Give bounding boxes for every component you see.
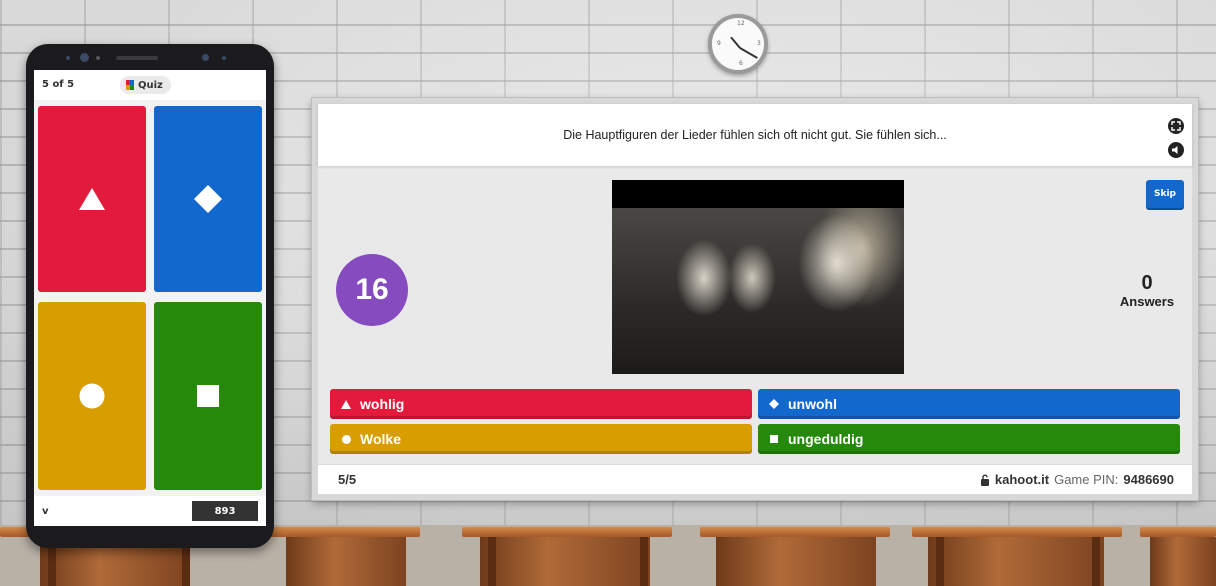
game-screen: Die Hauptfiguren der Lieder fühlen sich … [311,97,1199,501]
answer-tile-green[interactable] [154,302,262,490]
answer-option-blue: unwohl [758,389,1180,419]
answers-count: 0 [1141,272,1153,294]
square-icon [197,385,219,407]
answers-label: Answers [1119,294,1175,309]
answer-text: wohlig [360,396,405,412]
game-pin-info: kahoot.it Game PIN: 9486690 [980,472,1174,487]
answer-text: ungeduldig [788,431,864,447]
countdown-timer: 16 [336,254,408,326]
triangle-icon [340,398,352,410]
player-phone: 5 of 5 Quiz v 893 [26,44,274,548]
phone-screen: 5 of 5 Quiz v 893 [34,70,266,526]
phone-speaker [116,56,158,60]
answer-tile-yellow[interactable] [38,302,146,490]
player-name: v [42,506,49,517]
fullscreen-button[interactable] [1168,118,1184,134]
question-counter: 5 of 5 [42,79,75,90]
game-footer: 5/5 kahoot.it Game PIN: 9486690 [318,464,1192,494]
circle-icon [79,383,105,409]
question-text: Die Hauptfiguren der Lieder fühlen sich … [563,128,947,142]
question-image [612,180,904,374]
pin-label: Game PIN: [1054,472,1119,487]
question-bar: Die Hauptfiguren der Lieder fühlen sich … [318,104,1192,166]
answer-tile-red[interactable] [38,106,146,292]
quiz-icon [126,80,134,90]
phone-header: 5 of 5 Quiz [34,70,266,100]
triangle-icon [79,188,105,210]
sound-button[interactable] [1168,142,1184,158]
band-photo [612,208,904,374]
fullscreen-icon [1171,121,1181,131]
join-site: kahoot.it [994,472,1050,487]
answer-option-green: ungeduldig [758,424,1180,454]
phone-top-bezel [26,44,274,72]
game-pin: 9486690 [1123,472,1174,487]
question-progress: 5/5 [338,472,357,487]
circle-icon [340,433,352,445]
player-score: 893 [192,501,258,521]
answer-option-red: wohlig [330,389,752,419]
lock-icon [980,474,989,486]
speaker-icon [1172,146,1178,154]
square-icon [768,433,780,445]
answer-text: unwohl [788,396,837,412]
skip-button[interactable]: Skip [1146,180,1184,208]
answer-option-yellow: Wolke [330,424,752,454]
answer-tile-blue[interactable] [154,106,262,292]
phone-footer: v 893 [34,496,266,526]
wall-clock: 12 3 6 9 [708,14,768,74]
quiz-type-badge: Quiz [120,76,171,94]
answer-text: Wolke [360,431,401,447]
answers-counter: 0 Answers [1108,272,1186,309]
diamond-icon [768,398,780,410]
diamond-icon [194,185,222,213]
quiz-type-label: Quiz [138,79,163,91]
